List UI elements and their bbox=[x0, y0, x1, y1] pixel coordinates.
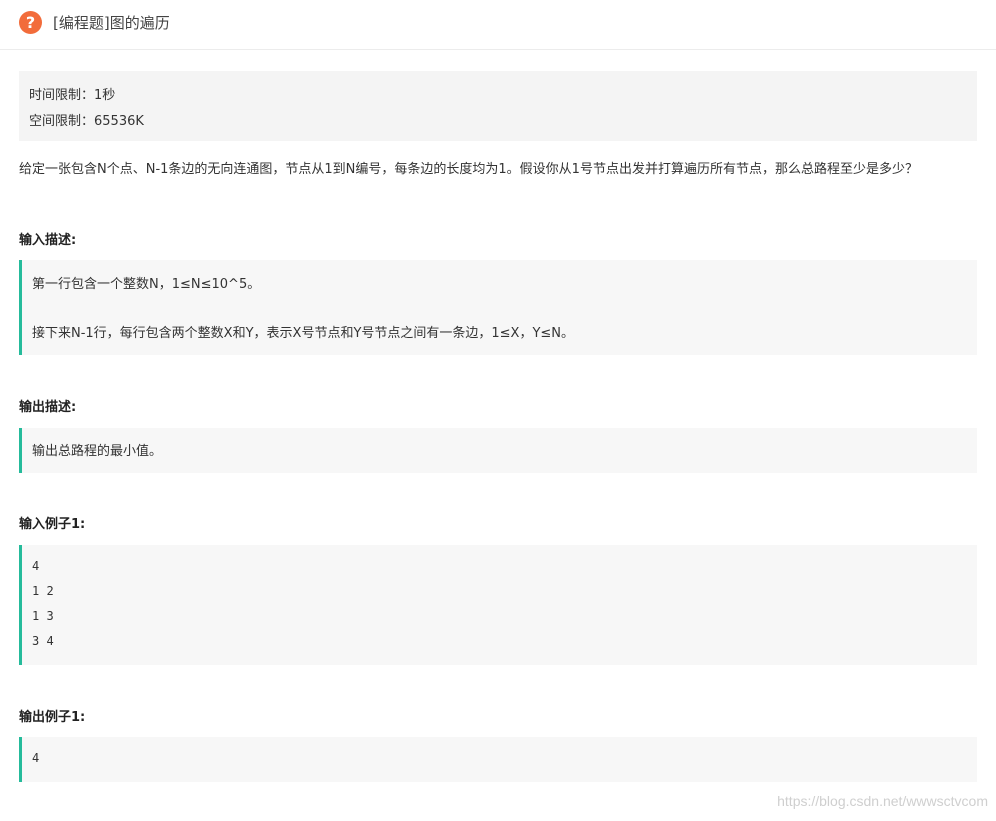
input-example-line: 4 bbox=[32, 559, 40, 573]
output-example-line: 4 bbox=[32, 751, 40, 765]
input-desc-line-2: 接下来N-1行，每行包含两个整数X和Y，表示X号节点和Y号节点之间有一条边，1≤… bbox=[32, 326, 575, 341]
input-desc-line-1: 第一行包含一个整数N，1≤N≤10^5。 bbox=[32, 277, 261, 292]
input-example-line: 1 2 bbox=[32, 584, 54, 598]
page-title: [编程题]图的遍历 bbox=[53, 14, 170, 32]
watermark: https://blog.csdn.net/wwwsctvcom bbox=[777, 793, 988, 809]
output-example-heading: 输出例子1: bbox=[19, 710, 86, 725]
input-example-block: 4 1 2 1 3 3 4 bbox=[19, 545, 977, 665]
output-example-block: 4 bbox=[19, 737, 977, 782]
limits-box: 时间限制：1秒 空间限制：65536K bbox=[19, 71, 977, 141]
output-desc-heading: 输出描述: bbox=[19, 400, 77, 415]
input-example-line: 1 3 bbox=[32, 609, 54, 623]
input-desc-heading: 输入描述: bbox=[19, 233, 77, 248]
space-limit: 空间限制：65536K bbox=[29, 114, 144, 129]
output-desc-line-1: 输出总路程的最小值。 bbox=[32, 444, 163, 459]
time-limit: 时间限制：1秒 bbox=[29, 88, 116, 103]
question-icon: ? bbox=[19, 11, 42, 34]
output-desc-block: 输出总路程的最小值。 bbox=[19, 428, 977, 473]
input-example-heading: 输入例子1: bbox=[19, 517, 86, 532]
input-example-line: 3 4 bbox=[32, 634, 54, 648]
problem-description: 给定一张包含N个点、N-1条边的无向连通图，节点从1到N编号，每条边的长度均为1… bbox=[19, 162, 918, 177]
page-header: ? [编程题]图的遍历 bbox=[0, 0, 996, 50]
input-desc-block: 第一行包含一个整数N，1≤N≤10^5。 接下来N-1行，每行包含两个整数X和Y… bbox=[19, 260, 977, 355]
